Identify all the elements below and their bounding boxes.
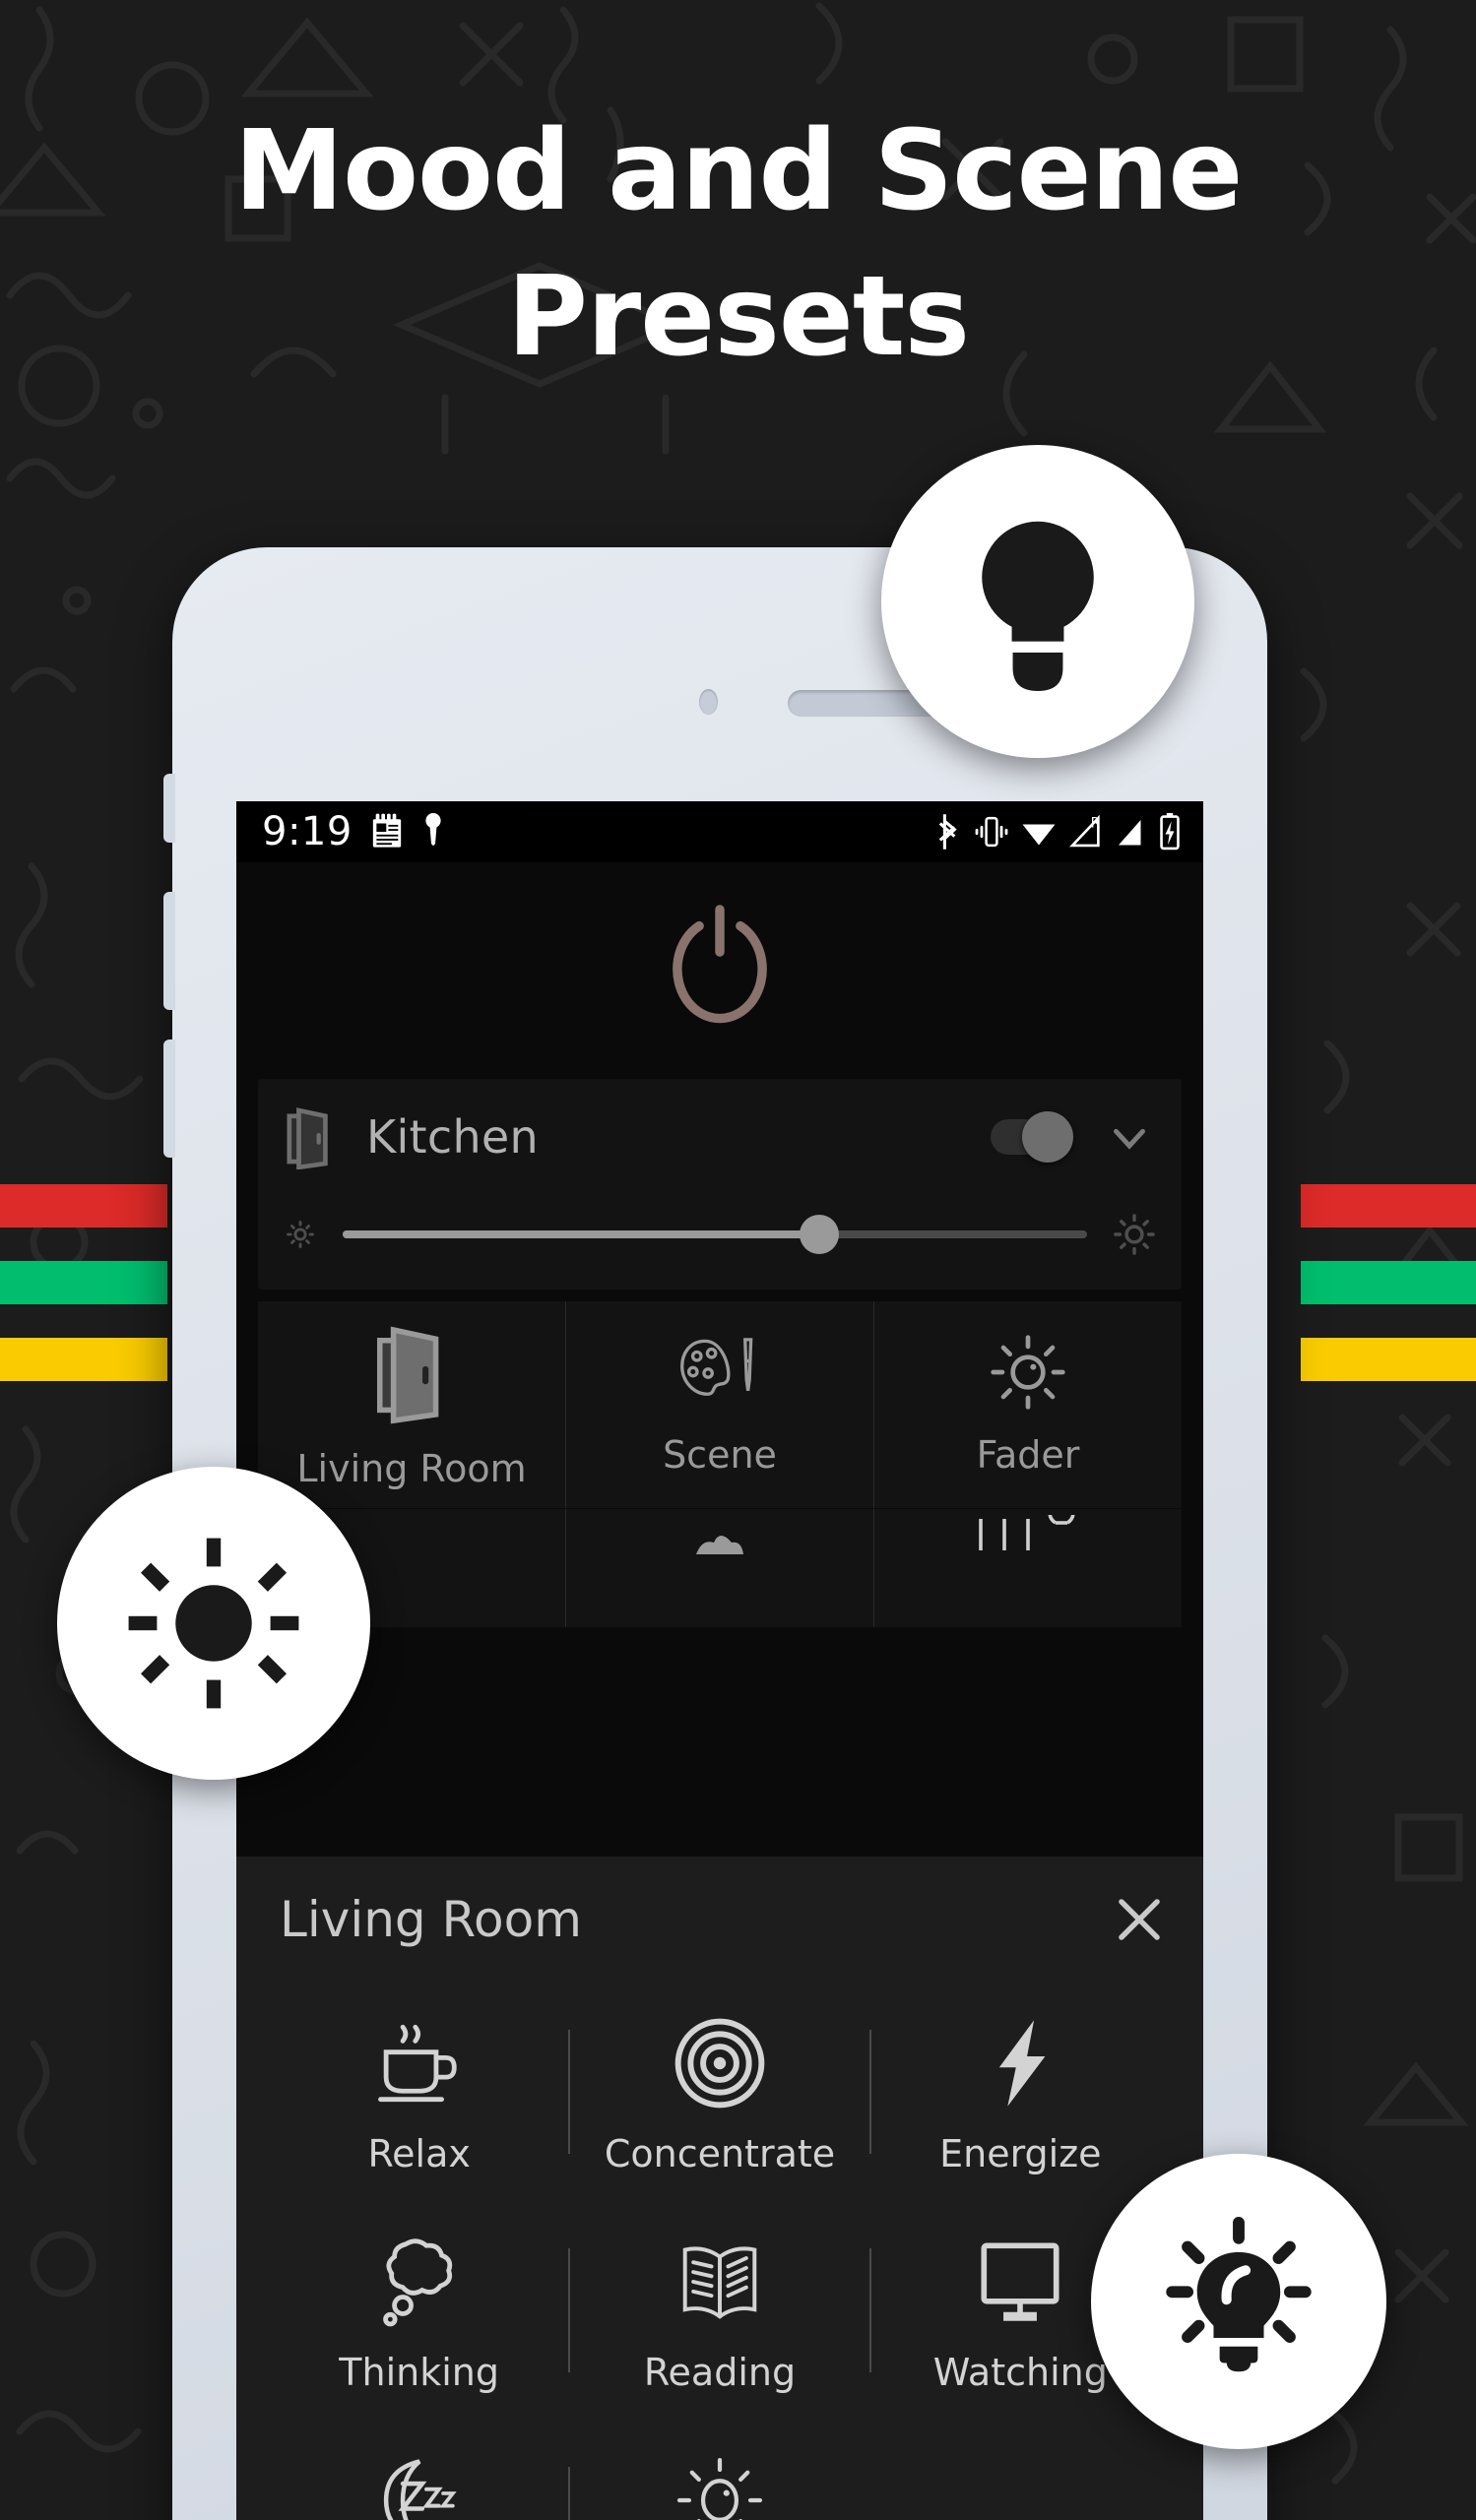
quick-action-label: Scene — [663, 1433, 777, 1477]
accent-stripe-red-left — [0, 1184, 167, 1228]
preset-label: Thinking — [339, 2351, 500, 2394]
moon-zzz-icon — [383, 2459, 457, 2520]
room-power-toggle[interactable] — [991, 1111, 1073, 1163]
preset-label: Concentrate — [604, 2132, 836, 2175]
notepad-icon — [372, 813, 401, 848]
signal-roaming-icon: R — [1069, 814, 1101, 848]
accent-stripe-yellow-left — [0, 1338, 167, 1381]
status-bar: 9:19 R — [236, 801, 1203, 862]
palette-brush-icon — [680, 1338, 753, 1396]
lightbulb-filled-icon — [982, 521, 1094, 692]
thought-cloud-icon — [382, 2238, 452, 2327]
quick-action-label: Fader — [976, 1433, 1080, 1477]
quick-action-grid-row2 — [258, 1509, 1182, 1627]
headline-line-2: Presets — [506, 253, 970, 381]
phone-screen: 9:19 R Kitchen Living Room Scene Fader L… — [236, 801, 1203, 2520]
preset-sleepy[interactable]: Sleepy — [570, 2420, 868, 2520]
front-camera — [699, 689, 718, 715]
badge-lightbulb — [881, 445, 1194, 758]
preset-concentrate[interactable]: Concentrate — [570, 1983, 868, 2201]
preset-label: Relax — [367, 2132, 471, 2175]
hue-partial-icon — [979, 1515, 1075, 1550]
preset-row: Lazy Sleepy — [270, 2420, 1170, 2520]
wifi-icon — [1022, 824, 1056, 846]
power-header — [236, 862, 1203, 1069]
sun-fader-icon — [991, 1335, 1065, 1410]
lightning-bolt-icon — [999, 2020, 1046, 2107]
cloud-partial-icon — [696, 1536, 743, 1554]
bluetooth-icon — [938, 814, 957, 850]
preset-row: Thinking Reading Watching — [270, 2201, 1170, 2420]
preset-label: Energize — [939, 2132, 1102, 2175]
sheet-header: Living Room — [236, 1857, 1203, 1983]
preset-relax[interactable]: Relax — [270, 1983, 568, 2201]
phone-volume-up-button[interactable] — [163, 892, 175, 1010]
bulb-notification-icon — [425, 813, 441, 846]
preset-label: Reading — [643, 2351, 797, 2394]
quick-action-fader-column[interactable]: Fader — [874, 1301, 1182, 1508]
dim-sun-icon — [676, 2457, 763, 2520]
preset-label: Watching — [932, 2351, 1108, 2394]
phone-mute-button[interactable] — [163, 774, 175, 843]
accent-stripe-green-left — [0, 1261, 167, 1304]
brightness-slider-track[interactable] — [343, 1215, 1087, 1254]
page-title: Mood and Scene Presets — [0, 116, 1476, 372]
accent-stripe-green-right — [1301, 1261, 1476, 1304]
brightness-slider-fill — [343, 1230, 819, 1238]
target-rings-icon — [674, 2018, 765, 2109]
room-tile-label: Living Room — [296, 1447, 527, 1490]
app-content: Kitchen Living Room Scene Fader Living R… — [236, 862, 1203, 2520]
chevron-down-icon[interactable] — [1103, 1110, 1156, 1164]
preset-energize[interactable]: Energize — [871, 1983, 1170, 2201]
vibrate-icon — [975, 816, 1008, 848]
preset-thinking[interactable]: Thinking — [270, 2201, 568, 2420]
preset-lazy[interactable]: Lazy — [270, 2420, 568, 2520]
preset-row: Relax Concentrate Energize — [270, 1983, 1170, 2201]
svg-text:R: R — [1091, 815, 1101, 831]
promo-stage: Mood and Scene Presets 9:19 R Kitchen Li… — [0, 0, 1476, 2520]
brightness-high-icon — [1114, 1214, 1155, 1255]
quick-action-grid: Living Room Scene Fader — [258, 1301, 1182, 1508]
battery-charging-icon — [1160, 812, 1180, 850]
sheet-title: Living Room — [280, 1891, 582, 1948]
toggle-knob — [1022, 1111, 1073, 1163]
preset-bottom-sheet: Living Room Relax Concentrate Energize T… — [236, 1857, 1203, 2520]
signal-icon — [1119, 820, 1141, 846]
open-book-icon — [682, 2246, 757, 2319]
quick-action-scene[interactable]: Scene — [566, 1301, 873, 1508]
badge-brightness — [57, 1467, 370, 1780]
door-icon — [376, 1326, 439, 1424]
brightness-slider-thumb[interactable] — [799, 1215, 839, 1254]
room-tile-living-room[interactable]: Living Room — [258, 1301, 565, 1508]
headline-line-1: Mood and Scene — [233, 107, 1244, 235]
power-icon[interactable] — [665, 903, 775, 1029]
accent-stripe-red-right — [1301, 1184, 1476, 1228]
room-name: Kitchen — [366, 1110, 539, 1164]
monitor-icon — [981, 2242, 1059, 2321]
quick-action-fader[interactable]: Fader — [874, 1301, 1182, 1508]
brightness-slider-row[interactable] — [284, 1213, 1156, 1256]
preset-reading[interactable]: Reading — [570, 2201, 868, 2420]
door-icon — [287, 1107, 328, 1169]
coffee-cup-icon — [377, 2024, 457, 2103]
phone-volume-down-button[interactable] — [163, 1040, 175, 1158]
close-icon[interactable] — [1109, 1889, 1170, 1950]
brightness-sun-icon — [128, 1538, 299, 1709]
quick-action-scene-column[interactable]: Scene — [566, 1301, 873, 1508]
quick-action-room-column[interactable]: Living Room — [258, 1301, 565, 1508]
preset-grid: Relax Concentrate Energize Thinking Read… — [236, 1983, 1203, 2520]
preset-empty — [871, 2420, 1170, 2520]
brightness-low-icon — [287, 1221, 314, 1248]
room-card-kitchen[interactable]: Kitchen — [258, 1079, 1182, 1290]
accent-stripe-yellow-right — [1301, 1338, 1476, 1381]
status-clock: 9:19 — [262, 809, 353, 854]
lightbulb-glow-icon — [1166, 2216, 1312, 2372]
badge-bulb-glow — [1091, 2154, 1386, 2449]
